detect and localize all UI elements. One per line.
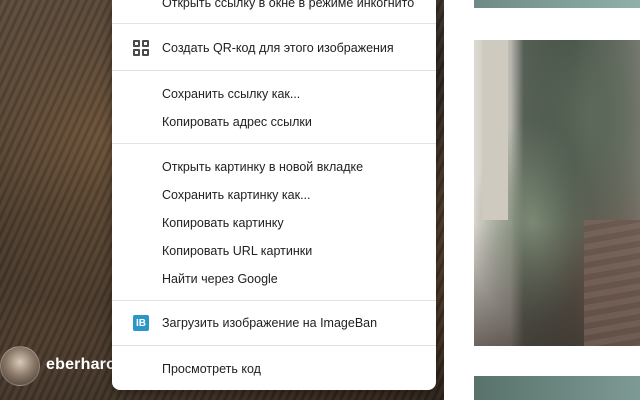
menu-item-save-link[interactable]: Сохранить ссылку как... bbox=[112, 80, 436, 108]
menu-item-label: Просмотреть код bbox=[162, 362, 261, 376]
menu-item-create-qr[interactable]: Создать QR-код для этого изображения bbox=[112, 34, 436, 62]
menu-item-label: Загрузить изображение на ImageBan bbox=[162, 316, 378, 330]
avatar[interactable] bbox=[0, 346, 40, 386]
menu-item-copy-image[interactable]: Копировать картинку bbox=[112, 209, 436, 237]
imageban-icon: IB bbox=[133, 315, 149, 331]
menu-item-copy-link[interactable]: Копировать адрес ссылки bbox=[112, 108, 436, 136]
qr-code-icon bbox=[133, 40, 149, 56]
menu-item-label: Сохранить ссылку как... bbox=[162, 87, 301, 101]
menu-item-copy-image-url[interactable]: Копировать URL картинки bbox=[112, 237, 436, 265]
menu-item-inspect[interactable]: Просмотреть код bbox=[112, 355, 436, 383]
menu-separator bbox=[112, 70, 436, 71]
menu-item-label: Копировать адрес ссылки bbox=[162, 115, 312, 129]
menu-item-label: Открыть ссылку в окне в режиме инкогнито bbox=[162, 0, 415, 10]
menu-item-open-image-new-tab[interactable]: Открыть картинку в новой вкладке bbox=[112, 153, 436, 181]
context-menu: Открыть ссылку в окне в режиме инкогнито… bbox=[112, 0, 436, 390]
menu-item-label: Сохранить картинку как... bbox=[162, 188, 311, 202]
menu-item-label: Создать QR-код для этого изображения bbox=[162, 41, 394, 55]
menu-item-open-incognito[interactable]: Открыть ссылку в окне в режиме инкогнито bbox=[112, 0, 436, 17]
menu-item-label: Открыть картинку в новой вкладке bbox=[162, 160, 364, 174]
menu-separator bbox=[112, 300, 436, 301]
menu-item-search-google[interactable]: Найти через Google bbox=[112, 265, 436, 293]
thumbnail-garden-path[interactable] bbox=[474, 40, 640, 346]
author-username[interactable]: eberharc bbox=[46, 356, 115, 374]
menu-separator bbox=[112, 23, 436, 24]
menu-separator bbox=[112, 143, 436, 144]
menu-separator bbox=[112, 345, 436, 346]
menu-item-label: Копировать картинку bbox=[162, 216, 284, 230]
thumbnail-top[interactable] bbox=[474, 0, 640, 8]
menu-item-label: Копировать URL картинки bbox=[162, 244, 313, 258]
menu-item-upload-imageban[interactable]: IB Загрузить изображение на ImageBan bbox=[112, 309, 436, 337]
menu-item-label: Найти через Google bbox=[162, 272, 278, 286]
thumbnail-bottom[interactable] bbox=[474, 376, 640, 400]
menu-item-save-image[interactable]: Сохранить картинку как... bbox=[112, 181, 436, 209]
